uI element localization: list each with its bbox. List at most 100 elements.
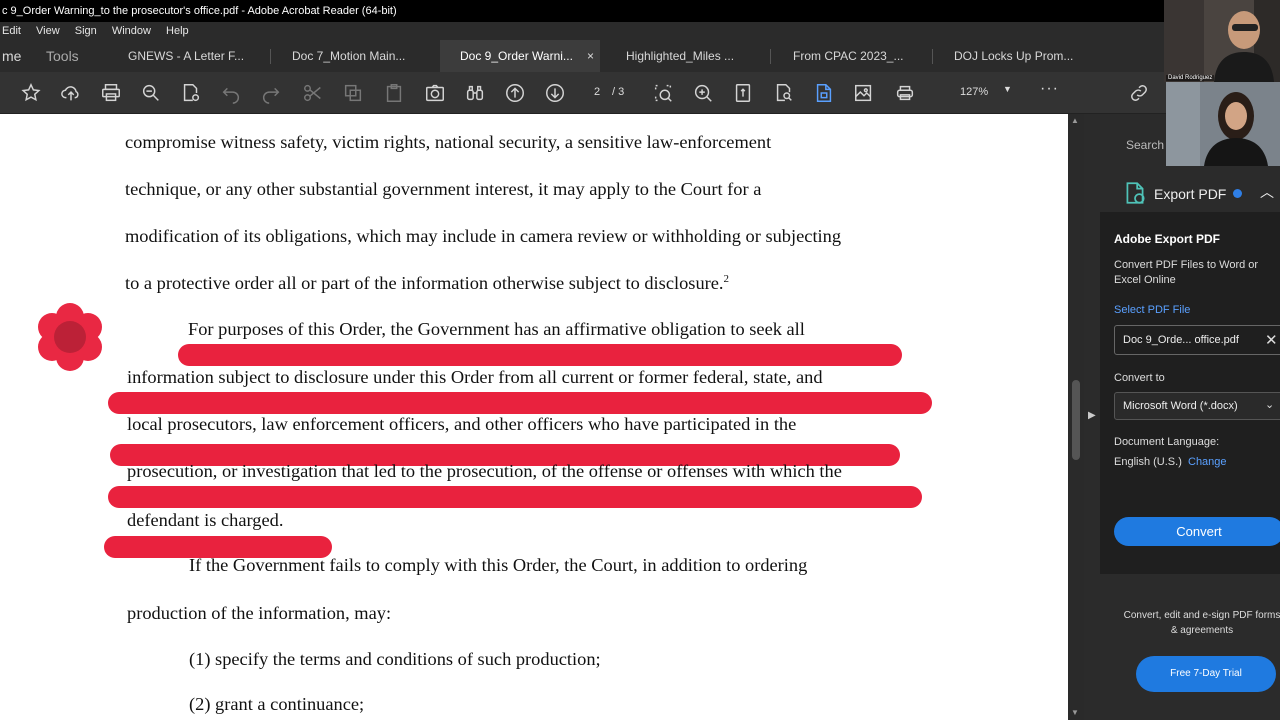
camera-icon[interactable] [424, 82, 446, 104]
document-line: (1) specify the terms and conditions of … [189, 649, 601, 669]
convert-to-label: Convert to [1114, 372, 1165, 384]
promo-text: Convert, edit and e-sign PDF forms & agr… [1123, 610, 1280, 636]
convert-button[interactable]: Convert [1114, 517, 1280, 546]
zoom-in-icon[interactable] [692, 82, 714, 104]
tab-separator [270, 49, 271, 64]
redo-icon[interactable] [260, 82, 282, 104]
cut-icon[interactable] [302, 82, 324, 104]
menu-help[interactable]: Help [166, 22, 189, 40]
page-up-icon[interactable] [504, 82, 526, 104]
export-pdf-icon[interactable] [813, 82, 835, 104]
document-line-with-footnote: to a protective order all or part of the… [125, 273, 729, 294]
zoom-out-icon[interactable] [140, 82, 162, 104]
copy-icon[interactable] [342, 82, 364, 104]
document-line: information subject to disclosure under … [127, 367, 823, 387]
marquee-zoom-icon[interactable] [652, 82, 674, 104]
star-icon[interactable] [20, 82, 42, 104]
chevron-down-icon[interactable]: ▼ [1003, 84, 1012, 94]
change-language-link[interactable]: Change [1188, 456, 1227, 468]
tab-home[interactable]: me [2, 40, 21, 72]
page-number-input[interactable]: 2 [594, 86, 600, 98]
flower-stamp-icon [38, 303, 102, 371]
find-icon[interactable] [773, 82, 795, 104]
document-page[interactable]: compromise witness safety, victim rights… [0, 114, 1068, 720]
menu-window[interactable]: Window [112, 22, 151, 40]
document-line: production of the information, may: [127, 603, 392, 623]
window-title: c 9_Order Warning_to the prosecutor's of… [0, 0, 1280, 22]
binoculars-icon[interactable] [464, 82, 486, 104]
search-doc-icon[interactable] [180, 82, 202, 104]
webcam-video-2 [1166, 82, 1280, 166]
menu-edit[interactable]: Edit [2, 22, 21, 40]
collapse-pane-icon[interactable]: ▶ [1088, 410, 1096, 421]
highlight-stroke [108, 486, 922, 508]
export-panel: Adobe Export PDF Convert PDF Files to Wo… [1100, 212, 1280, 574]
panel-title: Adobe Export PDF [1114, 232, 1221, 246]
scroll-up-icon[interactable]: ▲ [1071, 116, 1079, 125]
menu-sign[interactable]: Sign [75, 22, 97, 40]
selected-file-field[interactable]: Doc 9_Orde... office.pdf ✕ [1114, 325, 1280, 355]
document-line: compromise witness safety, victim rights… [125, 132, 772, 152]
scrollbar-thumb[interactable] [1072, 380, 1080, 460]
footnote-marker: 2 [723, 273, 730, 285]
document-line: prosecution, or investigation that led t… [127, 461, 842, 481]
document-line: modification of its obligations, which m… [125, 226, 842, 246]
tab-doc-doj[interactable]: DOJ Locks Up Prom... [954, 40, 1073, 72]
panel-description: Convert PDF Files to Word or Excel Onlin… [1114, 259, 1259, 286]
page-total: / 3 [612, 86, 625, 98]
export-pdf-tool-icon [1126, 182, 1145, 204]
tools-search-input[interactable]: Search [1126, 138, 1164, 152]
tab-bar: me Tools GNEWS - A Letter F... Doc 7_Mot… [0, 40, 1280, 72]
document-line: local prosecutors, law enforcement offic… [127, 414, 797, 434]
right-tools-pane: Search Export PDF ︿ Adobe Export PDF Con… [1100, 114, 1280, 720]
format-value: Microsoft Word (*.docx) [1123, 400, 1238, 412]
menu-view[interactable]: View [36, 22, 60, 40]
tab-doc-gnews[interactable]: GNEWS - A Letter F... [128, 40, 244, 72]
format-select[interactable]: Microsoft Word (*.docx) ⌄ [1114, 392, 1280, 420]
tab-doc-highlighted[interactable]: Highlighted_Miles ... [626, 40, 734, 72]
link-icon[interactable] [1128, 82, 1150, 104]
more-options-icon[interactable]: ··· [1040, 80, 1059, 98]
document-line: (2) grant a continuance; [189, 694, 365, 714]
document-line: If the Government fails to comply with t… [189, 555, 808, 575]
webcam-person-1 [1164, 0, 1280, 82]
chevron-up-icon[interactable]: ︿ [1260, 182, 1274, 202]
select-pdf-file-link[interactable]: Select PDF File [1114, 304, 1190, 316]
scroll-down-icon[interactable]: ▼ [1071, 708, 1079, 717]
webcam-person-2 [1166, 82, 1280, 166]
upload-icon[interactable] [60, 82, 82, 104]
page-down-icon[interactable] [544, 82, 566, 104]
free-trial-button[interactable]: Free 7-Day Trial [1136, 656, 1276, 692]
menu-bar: Edit View Sign Window Help [0, 22, 1280, 40]
selected-file-name: Doc 9_Orde... office.pdf [1123, 334, 1239, 346]
document-language-value: English (U.S.) [1114, 456, 1182, 468]
export-pdf-header[interactable]: Export PDF ︿ [1100, 176, 1280, 212]
webcam-name-label: David Rodriguez [1166, 75, 1215, 81]
paste-icon[interactable] [383, 82, 405, 104]
tab-doc-cpac[interactable]: From CPAC 2023_... [793, 40, 903, 72]
tab-doc-9-active[interactable]: Doc 9_Order Warni... × [440, 40, 600, 72]
undo-icon[interactable] [220, 82, 242, 104]
document-language-label: Document Language: [1114, 436, 1220, 448]
print-icon[interactable] [100, 82, 122, 104]
vertical-scrollbar[interactable]: ▲ ▼ [1068, 114, 1084, 720]
print-alt-icon[interactable] [894, 82, 916, 104]
chevron-down-icon: ⌄ [1265, 399, 1275, 411]
tab-separator [932, 49, 933, 64]
status-dot [1233, 189, 1242, 198]
webcam-video-1: David Rodriguez [1164, 0, 1280, 82]
tab-tools[interactable]: Tools [46, 40, 79, 72]
fit-page-icon[interactable] [732, 82, 754, 104]
document-line-text: to a protective order all or part of the… [125, 273, 724, 293]
tab-doc-7[interactable]: Doc 7_Motion Main... [292, 40, 405, 72]
tab-close-icon[interactable]: × [587, 40, 594, 72]
document-line: For purposes of this Order, the Governme… [188, 319, 805, 339]
remove-file-icon[interactable]: ✕ [1265, 331, 1278, 349]
pane-divider[interactable]: ▶ [1084, 114, 1100, 720]
tab-doc-9-label: Doc 9_Order Warni... [460, 49, 573, 63]
document-line: defendant is charged. [127, 510, 284, 530]
tab-separator [770, 49, 771, 64]
highlight-stroke [108, 392, 932, 414]
zoom-level[interactable]: 127% [960, 86, 988, 98]
edit-image-icon[interactable] [853, 82, 875, 104]
